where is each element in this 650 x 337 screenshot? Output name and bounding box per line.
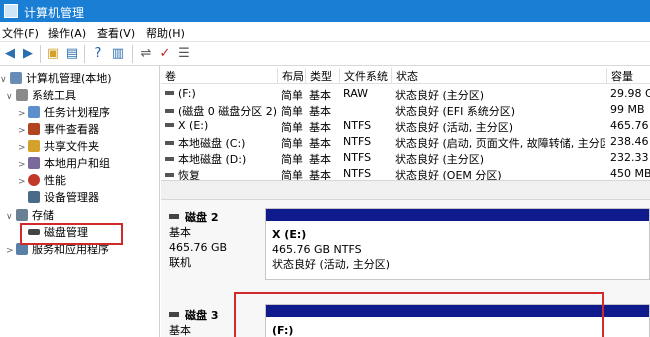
expander-icon[interactable]: ∨ (6, 89, 16, 106)
volume-icon (165, 173, 174, 177)
menu-action[interactable]: 操作(A) (48, 25, 86, 41)
computer-icon (10, 72, 22, 84)
pane-splitter[interactable] (161, 180, 650, 200)
help-icon[interactable]: ? (90, 46, 106, 62)
tree-item-performance[interactable]: > 性能 (18, 172, 66, 189)
volume-table: 卷 布局 类型 文件系统 状态 容量 (F:) 简单 基本 RAW 状态良好 (… (161, 66, 650, 180)
check-icon[interactable]: ✓ (157, 46, 173, 62)
share-icon (28, 140, 40, 152)
folder-up-icon[interactable]: ▣ (45, 46, 61, 62)
forward-icon[interactable]: ▶ (20, 46, 36, 62)
tools-icon (16, 89, 28, 101)
tree-item-local-users[interactable]: > 本地用户和组 (18, 155, 110, 172)
clock-icon (28, 106, 40, 118)
toolbar-separator (84, 45, 85, 63)
tree-item-storage[interactable]: ∨ 存储 (6, 207, 54, 224)
toolbar-separator (40, 45, 41, 63)
event-icon (28, 123, 40, 135)
performance-icon (28, 174, 40, 186)
disk-management-highlight (20, 223, 123, 245)
menu-file[interactable]: 文件(F) (2, 25, 39, 41)
column-type[interactable]: 类型 (305, 68, 339, 84)
volume-icon (165, 157, 174, 161)
tree-item-root[interactable]: ∨ 计算机管理(本地) (0, 70, 112, 87)
disk-2-row: 磁盘 2 基本 465.76 GB 联机 X (E:) 465.76 GB NT… (161, 208, 650, 288)
storage-icon (16, 209, 28, 221)
app-icon (4, 4, 18, 18)
toolbar-separator (132, 45, 133, 63)
table-row[interactable]: X (E:) 简单 基本 NTFS 状态良好 (活动, 主分区) 465.76 … (161, 119, 650, 134)
table-row[interactable]: 本地磁盘 (D:) 简单 基本 NTFS 状态良好 (主分区) 232.33 C (161, 151, 650, 166)
column-capacity[interactable]: 容量 (606, 68, 650, 84)
list-icon[interactable]: ☰ (176, 46, 192, 62)
properties-icon[interactable]: ▤ (64, 46, 80, 62)
volume-icon (165, 91, 174, 95)
column-volume[interactable]: 卷 (161, 68, 277, 84)
volume-icon (165, 109, 174, 113)
back-icon[interactable]: ◀ (2, 46, 18, 62)
disk-icon (169, 214, 179, 219)
show-hide-icon[interactable]: ▥ (110, 46, 126, 62)
disk-2-label[interactable]: 磁盘 2 基本 465.76 GB 联机 (161, 210, 261, 270)
table-header: 卷 布局 类型 文件系统 状态 容量 (161, 66, 650, 84)
menu-bar: 文件(F) 操作(A) 查看(V) 帮助(H) (0, 22, 650, 42)
menu-help[interactable]: 帮助(H) (146, 25, 185, 41)
tree-item-task-scheduler[interactable]: > 任务计划程序 (18, 104, 110, 121)
tree-item-event-viewer[interactable]: > 事件查看器 (18, 121, 99, 138)
users-icon (28, 157, 40, 169)
menu-view[interactable]: 查看(V) (97, 25, 135, 41)
partition-x-e[interactable]: X (E:) 465.76 GB NTFS 状态良好 (活动, 主分区) (265, 208, 650, 280)
expander-icon[interactable]: ∨ (6, 209, 16, 226)
table-row[interactable]: 本地磁盘 (C:) 简单 基本 NTFS 状态良好 (启动, 页面文件, 故障转… (161, 135, 650, 150)
expander-icon[interactable]: > (6, 243, 16, 260)
disk-icon (169, 312, 179, 317)
connect-icon[interactable]: ⇌ (138, 46, 154, 62)
navigation-tree: ∨ 计算机管理(本地) ∨ 系统工具 > 任务计划程序 > 事件查看器 > 共享文件夹 >… (0, 66, 160, 337)
toolbar: ◀ ▶ ▣ ▤ ? ▥ ⇌ ✓ ☰ (0, 42, 650, 66)
table-row[interactable]: (磁盘 0 磁盘分区 2) 简单 基本 状态良好 (EFI 系统分区) 99 M… (161, 103, 650, 118)
device-icon (28, 191, 40, 203)
tree-item-shared-folders[interactable]: > 共享文件夹 (18, 138, 99, 155)
volume-icon (165, 123, 174, 127)
tree-item-device-manager[interactable]: 设备管理器 (18, 189, 99, 206)
tree-item-system-tools[interactable]: ∨ 系统工具 (6, 87, 76, 104)
column-layout[interactable]: 布局 (277, 68, 305, 84)
table-row[interactable]: 恢复 简单 基本 NTFS 状态良好 (OEM 分区) 450 MB (161, 167, 650, 180)
table-row[interactable]: (F:) 简单 基本 RAW 状态良好 (主分区) 29.98 G (161, 87, 650, 102)
window-title: 计算机管理 (24, 6, 85, 20)
column-filesystem[interactable]: 文件系统 (339, 68, 391, 84)
disk-3-highlight (234, 292, 604, 337)
partition-bar (266, 209, 649, 221)
volume-icon (165, 141, 174, 145)
column-status[interactable]: 状态 (391, 68, 606, 84)
title-bar: 计算机管理 (0, 0, 650, 22)
